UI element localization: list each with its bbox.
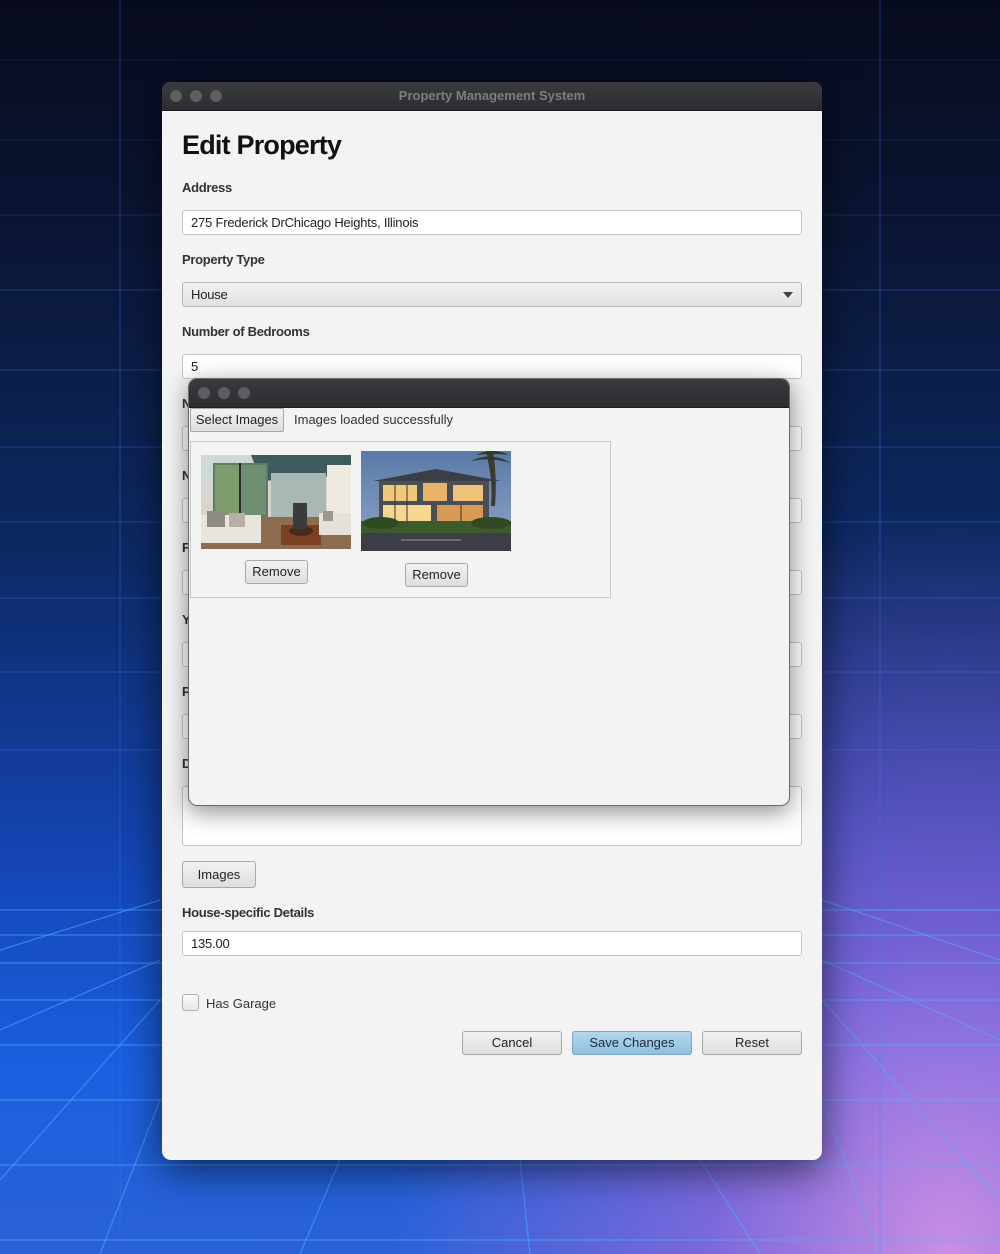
has-garage-label[interactable]: Has Garage <box>206 996 276 1011</box>
cancel-button[interactable]: Cancel <box>462 1031 562 1055</box>
dropdown-arrow-icon <box>783 292 793 298</box>
select-images-button[interactable]: Select Images <box>190 408 284 432</box>
image-dialog: Select Images Images loaded successfully <box>188 378 790 806</box>
property-type-label: Property Type <box>182 252 265 267</box>
remove-image-2-button[interactable]: Remove <box>405 563 468 587</box>
address-value: 275 Frederick DrChicago Heights, Illinoi… <box>191 215 419 230</box>
save-changes-button[interactable]: Save Changes <box>572 1031 692 1055</box>
window-title: Property Management System <box>398 88 586 103</box>
property-type-value: House <box>191 287 228 302</box>
image-list-panel: Remove Remove <box>190 441 611 598</box>
dialog-window-controls <box>198 387 250 399</box>
dialog-minimize-button[interactable] <box>218 387 230 399</box>
address-label: Address <box>182 180 232 195</box>
living-room-photo <box>201 455 351 549</box>
dialog-maximize-button[interactable] <box>238 387 250 399</box>
bedrooms-label: Number of Bedrooms <box>182 324 310 339</box>
house-details-field[interactable]: 135.00 <box>182 931 802 956</box>
bedrooms-field[interactable]: 5 <box>182 354 802 379</box>
property-type-select[interactable]: House <box>182 282 802 307</box>
main-titlebar[interactable]: Property Management System <box>162 82 822 111</box>
reset-button[interactable]: Reset <box>702 1031 802 1055</box>
house-details-label: House-specific Details <box>182 905 315 920</box>
has-garage-checkbox[interactable] <box>182 994 199 1011</box>
remove-image-1-button[interactable]: Remove <box>245 560 308 584</box>
status-message: Images loaded successfully <box>294 412 453 427</box>
bedrooms-value: 5 <box>191 359 199 374</box>
page-title: Edit Property <box>182 130 342 160</box>
house-details-value: 135.00 <box>191 936 230 951</box>
dialog-titlebar[interactable] <box>189 379 789 408</box>
house-exterior-photo <box>361 451 511 551</box>
address-field[interactable]: 275 Frederick DrChicago Heights, Illinoi… <box>182 210 802 235</box>
dialog-close-button[interactable] <box>198 387 210 399</box>
images-button[interactable]: Images <box>182 861 256 888</box>
